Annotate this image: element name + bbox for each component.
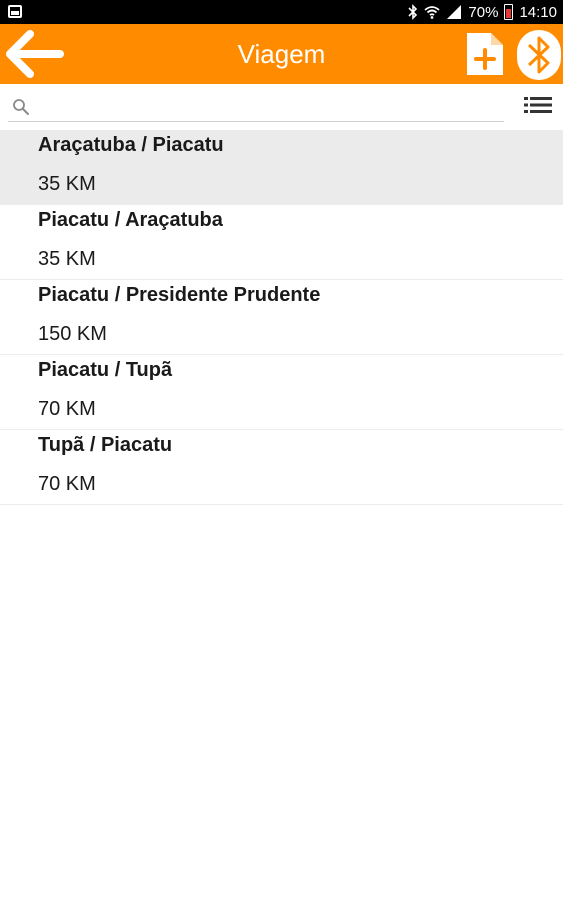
add-trip-button[interactable] (464, 30, 506, 78)
trip-route: Araçatuba / Piacatu (38, 134, 224, 156)
list-item[interactable]: Piacatu / Tupã 70 KM (0, 355, 563, 430)
list-item[interactable]: Piacatu / Presidente Prudente 150 KM (0, 280, 563, 355)
list-item[interactable]: Piacatu / Araçatuba 35 KM (0, 205, 563, 280)
list-item[interactable]: Tupã / Piacatu 70 KM (0, 430, 563, 505)
add-document-icon (467, 33, 503, 75)
trip-distance: 150 KM (38, 323, 107, 345)
battery-icon (504, 4, 514, 20)
search-icon (13, 99, 29, 115)
trip-list: Araçatuba / Piacatu 35 KM Piacatu / Araç… (0, 130, 563, 505)
trip-distance: 70 KM (38, 398, 96, 420)
bluetooth-icon (408, 4, 418, 20)
status-indicators: 70% 14:10 (408, 0, 557, 24)
trip-distance: 35 KM (38, 173, 96, 195)
list-item[interactable]: Araçatuba / Piacatu 35 KM (0, 130, 563, 205)
trip-route: Piacatu / Tupã (38, 359, 173, 381)
trip-route: Tupã / Piacatu (38, 434, 173, 456)
search-input[interactable] (36, 92, 504, 122)
trip-route: Piacatu / Araçatuba (38, 209, 223, 231)
trip-distance: 70 KM (38, 473, 96, 495)
trip-route: Piacatu / Presidente Prudente (38, 284, 321, 306)
trip-distance: 35 KM (38, 248, 96, 270)
bluetooth-button[interactable] (516, 29, 562, 81)
search-underline (8, 121, 504, 122)
signal-icon (447, 5, 462, 19)
screenshot-icon (8, 5, 22, 18)
action-bar: Viagem (0, 24, 563, 84)
back-button[interactable] (0, 24, 66, 84)
list-view-icon[interactable] (524, 96, 552, 114)
bluetooth-icon (517, 30, 561, 80)
wifi-icon (424, 6, 441, 19)
search-bar (0, 84, 563, 130)
clock: 14:10 (519, 3, 557, 21)
battery-percent: 70% (468, 3, 499, 21)
back-arrow-icon (6, 30, 64, 78)
status-bar: 70% 14:10 (0, 0, 563, 24)
